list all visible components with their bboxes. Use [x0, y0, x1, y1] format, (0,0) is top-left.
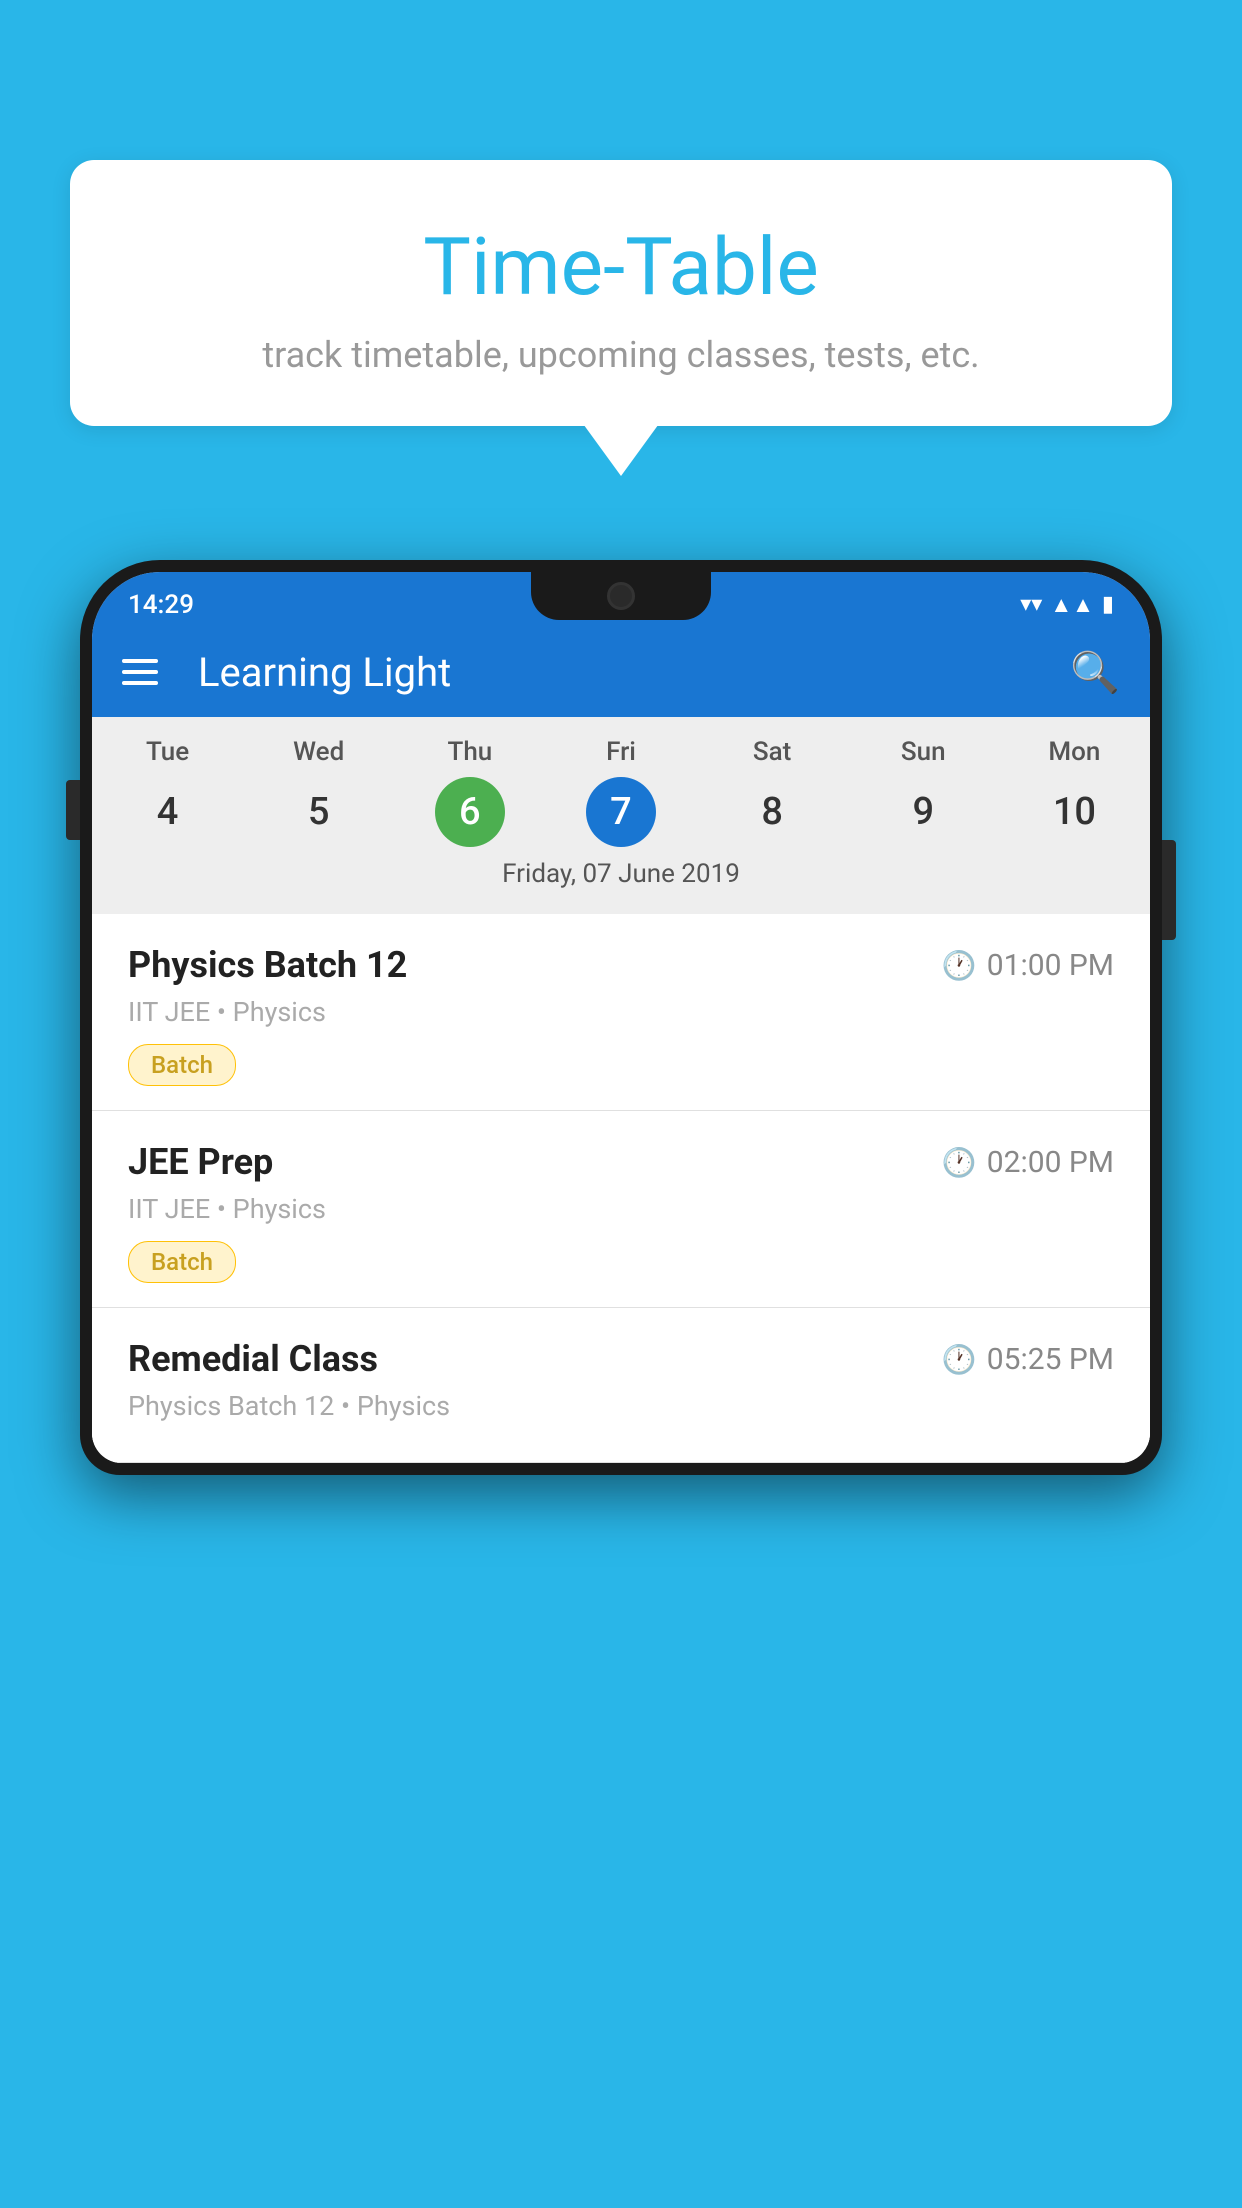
- day-name-2[interactable]: Thu: [394, 737, 545, 767]
- schedule-item-0-subtitle: IIT JEE • Physics: [128, 996, 1114, 1028]
- day-5[interactable]: 5: [243, 777, 394, 847]
- phone-screen: 14:29 ▾▾ ▲▲ ▮ Learning Light 🔍: [92, 572, 1150, 1463]
- schedule-item-1-header: JEE Prep 🕐 02:00 PM: [128, 1141, 1114, 1183]
- schedule-item-1-time-text: 02:00 PM: [987, 1145, 1114, 1180]
- schedule-item-0[interactable]: Physics Batch 12 🕐 01:00 PM IIT JEE • Ph…: [92, 914, 1150, 1111]
- day-4[interactable]: 4: [92, 777, 243, 847]
- day-name-6[interactable]: Mon: [999, 737, 1150, 767]
- search-icon[interactable]: 🔍: [1070, 649, 1120, 696]
- bubble-subtitle: track timetable, upcoming classes, tests…: [120, 334, 1122, 376]
- day-numbers-row: 4 5 6 7 8 9 10: [92, 777, 1150, 847]
- day-names-row: Tue Wed Thu Fri Sat Sun Mon: [92, 737, 1150, 767]
- schedule-item-2-time: 🕐 05:25 PM: [942, 1342, 1114, 1377]
- schedule-item-0-title: Physics Batch 12: [128, 944, 407, 986]
- speech-bubble: Time-Table track timetable, upcoming cla…: [70, 160, 1172, 426]
- batch-tag-1: Batch: [128, 1241, 236, 1283]
- notch: [531, 572, 711, 620]
- camera: [607, 582, 635, 610]
- schedule-item-1[interactable]: JEE Prep 🕐 02:00 PM IIT JEE • Physics Ba…: [92, 1111, 1150, 1308]
- day-6-today[interactable]: 6: [435, 777, 505, 847]
- clock-icon-2: 🕐: [942, 1343, 977, 1376]
- clock-icon-0: 🕐: [942, 949, 977, 982]
- day-7-selected[interactable]: 7: [586, 777, 656, 847]
- day-name-1[interactable]: Wed: [243, 737, 394, 767]
- battery-icon: ▮: [1102, 592, 1114, 617]
- schedule-item-2-title: Remedial Class: [128, 1338, 378, 1380]
- schedule-item-1-subtitle: IIT JEE • Physics: [128, 1193, 1114, 1225]
- day-10[interactable]: 10: [999, 777, 1150, 847]
- app-bar: Learning Light 🔍: [92, 627, 1150, 717]
- schedule-item-0-header: Physics Batch 12 🕐 01:00 PM: [128, 944, 1114, 986]
- speech-bubble-container: Time-Table track timetable, upcoming cla…: [70, 160, 1172, 426]
- selected-date-label: Friday, 07 June 2019: [92, 859, 1150, 904]
- schedule-item-1-time: 🕐 02:00 PM: [942, 1145, 1114, 1180]
- phone-outer: 14:29 ▾▾ ▲▲ ▮ Learning Light 🔍: [80, 560, 1162, 1475]
- app-title: Learning Light: [198, 649, 1040, 696]
- signal-icon: ▲▲: [1050, 592, 1094, 618]
- schedule-item-2-header: Remedial Class 🕐 05:25 PM: [128, 1338, 1114, 1380]
- schedule-list: Physics Batch 12 🕐 01:00 PM IIT JEE • Ph…: [92, 914, 1150, 1463]
- day-name-3[interactable]: Fri: [545, 737, 696, 767]
- day-name-4[interactable]: Sat: [697, 737, 848, 767]
- calendar-strip: Tue Wed Thu Fri Sat Sun Mon 4 5 6 7 8 9 …: [92, 717, 1150, 914]
- batch-tag-0: Batch: [128, 1044, 236, 1086]
- clock-icon-1: 🕐: [942, 1146, 977, 1179]
- status-icons: ▾▾ ▲▲ ▮: [1020, 592, 1114, 618]
- schedule-item-2[interactable]: Remedial Class 🕐 05:25 PM Physics Batch …: [92, 1308, 1150, 1463]
- schedule-item-2-time-text: 05:25 PM: [987, 1342, 1114, 1377]
- day-name-0[interactable]: Tue: [92, 737, 243, 767]
- schedule-item-0-time: 🕐 01:00 PM: [942, 948, 1114, 983]
- schedule-item-1-title: JEE Prep: [128, 1141, 273, 1183]
- phone-frame: 14:29 ▾▾ ▲▲ ▮ Learning Light 🔍: [80, 560, 1162, 2208]
- day-8[interactable]: 8: [697, 777, 848, 847]
- day-name-5[interactable]: Sun: [848, 737, 999, 767]
- hamburger-menu[interactable]: [122, 659, 158, 685]
- schedule-item-0-time-text: 01:00 PM: [987, 948, 1114, 983]
- schedule-item-2-subtitle: Physics Batch 12 • Physics: [128, 1390, 1114, 1422]
- day-9[interactable]: 9: [848, 777, 999, 847]
- status-time: 14:29: [128, 590, 194, 620]
- wifi-icon: ▾▾: [1020, 592, 1042, 617]
- bubble-title: Time-Table: [120, 220, 1122, 314]
